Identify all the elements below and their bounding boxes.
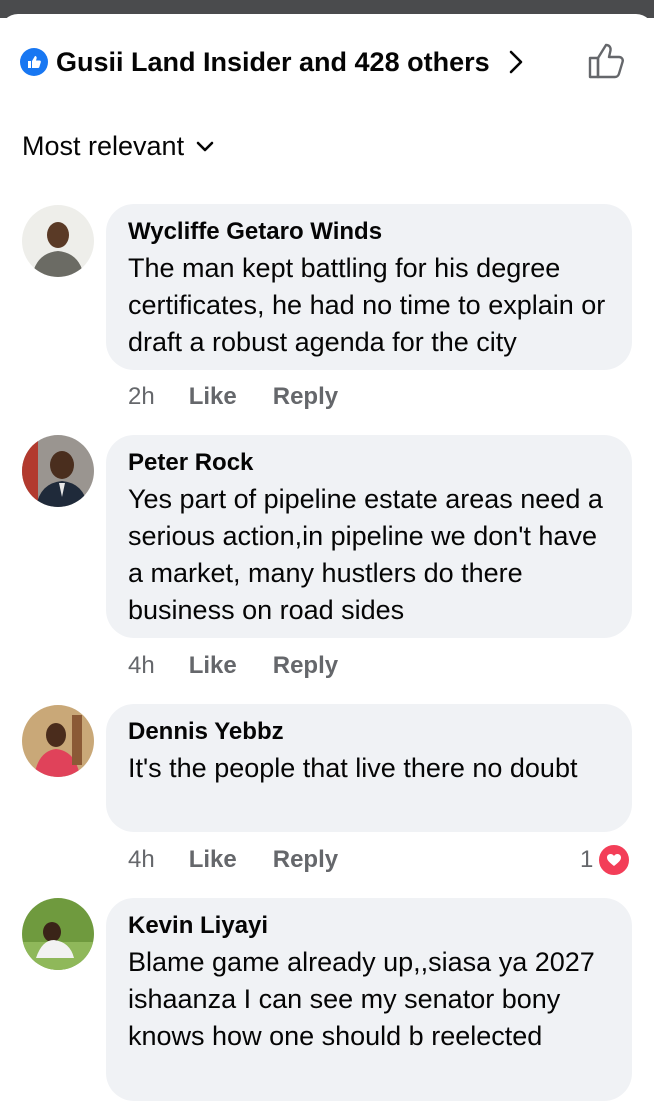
comment-time: 4h	[128, 846, 155, 873]
comment-actions: 2h Like Reply	[128, 383, 374, 411]
comment-time: 2h	[128, 383, 155, 410]
comment-text: Blame game already up,,siasa ya 2027 ish…	[128, 947, 595, 1051]
like-button[interactable]: Like	[189, 383, 237, 411]
comment-author[interactable]: Peter Rock	[128, 449, 612, 477]
comment-bubble: Wycliffe Getaro Winds The man kept battl…	[106, 204, 632, 370]
comment-author[interactable]: Wycliffe Getaro Winds	[128, 218, 612, 246]
chevron-right-icon	[509, 50, 522, 74]
avatar-wycliffe[interactable]	[22, 205, 94, 277]
avatar-dennis[interactable]	[22, 705, 94, 777]
comment-bubble: Dennis Yebbz It's the people that live t…	[106, 704, 632, 832]
like-button[interactable]: Like	[189, 652, 237, 680]
comment-author[interactable]: Dennis Yebbz	[128, 718, 612, 746]
like-button[interactable]: Like	[189, 846, 237, 874]
sort-label: Most relevant	[22, 131, 185, 161]
reaction-count-label: 1	[580, 846, 594, 873]
avatar-kevin[interactable]	[22, 898, 94, 970]
comment-text: Yes part of pipeline estate areas need a…	[128, 484, 603, 625]
avatar-peter[interactable]	[22, 435, 94, 507]
reaction-count[interactable]: 1	[580, 843, 632, 877]
comment-author[interactable]: Kevin Liyayi	[128, 912, 612, 940]
reply-button[interactable]: Reply	[273, 846, 338, 874]
like-reaction-icon	[20, 48, 48, 76]
reactors-summary[interactable]: Gusii Land Insider and 428 others	[20, 40, 526, 84]
comment-actions: 4h Like Reply	[128, 652, 374, 680]
sort-dropdown[interactable]: Most relevant	[22, 131, 214, 162]
reply-button[interactable]: Reply	[273, 652, 338, 680]
comment-text: The man kept battling for his degree cer…	[128, 253, 606, 357]
reactors-label: Gusii Land Insider and 428 others	[56, 46, 490, 77]
comment-text: It's the people that live there no doubt	[128, 753, 578, 783]
love-reaction-icon	[597, 843, 632, 877]
comment-bubble: Kevin Liyayi Blame game already up,,sias…	[106, 898, 632, 1101]
reply-button[interactable]: Reply	[273, 383, 338, 411]
comment-time: 4h	[128, 652, 155, 679]
chevron-down-icon	[196, 141, 214, 151]
comment-actions: 4h Like Reply	[128, 846, 374, 874]
comment-bubble: Peter Rock Yes part of pipeline estate a…	[106, 435, 632, 638]
like-outline-icon[interactable]	[587, 41, 627, 81]
